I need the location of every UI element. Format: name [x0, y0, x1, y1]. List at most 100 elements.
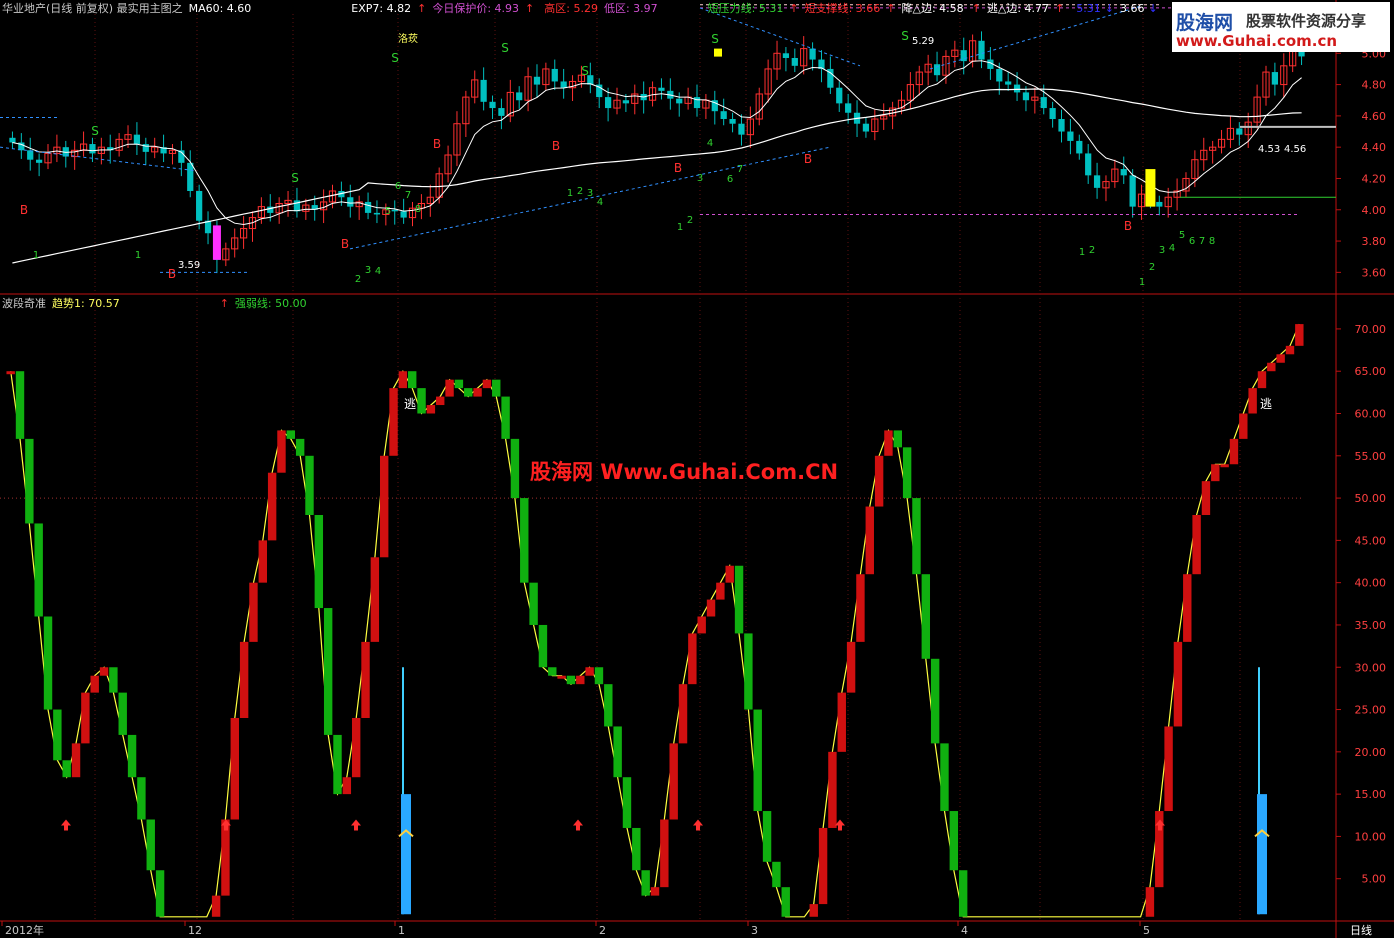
- buy-signal: B: [552, 139, 560, 153]
- osc-bar: [753, 709, 762, 812]
- header-item: ↑: [219, 297, 229, 310]
- osc-bar: [1267, 362, 1276, 372]
- osc-bar: [622, 777, 632, 828]
- signal-box: [714, 48, 722, 57]
- candle-body: [676, 98, 683, 104]
- wave-count-label: 3: [697, 173, 703, 184]
- osc-bar: [912, 498, 921, 575]
- wave-count-label: 3: [365, 265, 371, 276]
- osc-bar: [1183, 574, 1192, 642]
- signal-spike: [1257, 794, 1267, 915]
- header-item: 3.66: [1119, 2, 1145, 15]
- wave-count-label: 1: [1139, 277, 1145, 288]
- osc-bar: [846, 641, 856, 693]
- osc-bar: [25, 438, 34, 524]
- wave-count-label: 1: [135, 250, 141, 261]
- header-item: MA60: 4.60: [188, 2, 252, 15]
- osc-bar: [1192, 515, 1201, 575]
- osc-bar: [286, 430, 296, 439]
- osc-bar: [734, 565, 744, 634]
- osc-bar: [6, 371, 15, 375]
- osc-bar: [632, 827, 641, 871]
- x-tick-label: 3: [751, 924, 758, 937]
- wave-count-label: 2: [355, 274, 361, 285]
- candle-body: [1076, 140, 1083, 154]
- candle-body: [1005, 81, 1012, 85]
- osc-bar: [1173, 641, 1183, 727]
- osc-bar: [211, 895, 221, 917]
- osc-bar: [370, 557, 380, 642]
- osc-bar: [613, 726, 622, 778]
- osc-bar: [902, 447, 912, 499]
- period-label: 日线: [1350, 923, 1372, 937]
- osc-bar: [109, 667, 118, 693]
- osc-bar: [893, 430, 902, 448]
- osc-bar: [342, 777, 352, 795]
- candle-body: [1022, 92, 1030, 101]
- candle-body: [658, 87, 665, 91]
- y-tick-label: 3.80: [1362, 235, 1387, 248]
- osc-bar: [865, 506, 874, 575]
- wave-count-label: 2: [1089, 245, 1095, 256]
- header-item: 趋势1: 70.57: [52, 297, 120, 310]
- header-item: EXP7: 4.82: [351, 2, 412, 15]
- trend-line-osc: [10, 323, 1300, 918]
- buy-signal: B: [341, 237, 349, 251]
- header-item: ↓: [1148, 2, 1158, 15]
- osc-y-tick-label: 5.00: [1362, 873, 1387, 886]
- osc-bar: [127, 734, 137, 778]
- osc-bar: [669, 743, 678, 820]
- osc-bar: [426, 405, 436, 414]
- wave-count-label: 7: [1199, 236, 1205, 247]
- osc-bar: [1229, 438, 1239, 465]
- header-item: ↑: [789, 2, 799, 15]
- osc-y-tick-label: 10.00: [1355, 830, 1387, 843]
- candle-body: [516, 92, 523, 101]
- x-tick-label: 4: [961, 924, 968, 937]
- buy-arrow: [693, 819, 703, 831]
- osc-bar: [34, 523, 43, 617]
- osc-bar: [473, 388, 482, 397]
- osc-bar: [99, 667, 109, 676]
- wave-count-label: 4: [1169, 243, 1175, 254]
- high-price-label: 5.29: [912, 36, 934, 47]
- osc-bar: [548, 667, 557, 676]
- candle-body: [27, 150, 34, 160]
- candle-body: [604, 97, 612, 109]
- y-tick-label: 4.80: [1362, 79, 1387, 92]
- y-tick-label: 3.60: [1362, 266, 1387, 279]
- candle-body: [996, 68, 1003, 82]
- header-item: 短压力线: 5.31: [707, 2, 784, 15]
- osc-bar: [1276, 354, 1285, 363]
- osc-bar: [884, 430, 893, 456]
- candle-body: [809, 48, 816, 60]
- wave-count-label: 4: [375, 266, 381, 277]
- osc-bar: [828, 751, 837, 828]
- candle-body: [489, 101, 496, 109]
- osc-y-tick-label: 35.00: [1355, 619, 1387, 632]
- osc-bar: [118, 692, 127, 735]
- osc-bar: [874, 455, 884, 507]
- osc-bar: [1295, 324, 1304, 346]
- candle-body: [1156, 201, 1163, 207]
- osc-bar: [445, 379, 454, 397]
- signal-bar: [212, 225, 221, 260]
- candle-body: [498, 108, 505, 116]
- osc-bar: [1145, 887, 1155, 917]
- candle-body: [933, 64, 941, 76]
- osc-bar: [557, 675, 566, 679]
- sell-signal: S: [391, 51, 399, 65]
- osc-bar: [856, 574, 865, 642]
- candle-body: [720, 111, 727, 120]
- buy-signal: B: [168, 267, 176, 281]
- wave-count-label: 1: [677, 222, 683, 233]
- candle-body: [347, 197, 354, 207]
- osc-bar: [818, 827, 828, 905]
- escape-marker: 逃: [1260, 397, 1272, 411]
- candle-body: [845, 103, 852, 113]
- wave-count-label: 7: [737, 164, 743, 175]
- osc-bar: [725, 565, 734, 583]
- osc-y-tick-label: 30.00: [1355, 661, 1387, 674]
- osc-bar: [538, 624, 548, 668]
- candle-body: [364, 201, 372, 213]
